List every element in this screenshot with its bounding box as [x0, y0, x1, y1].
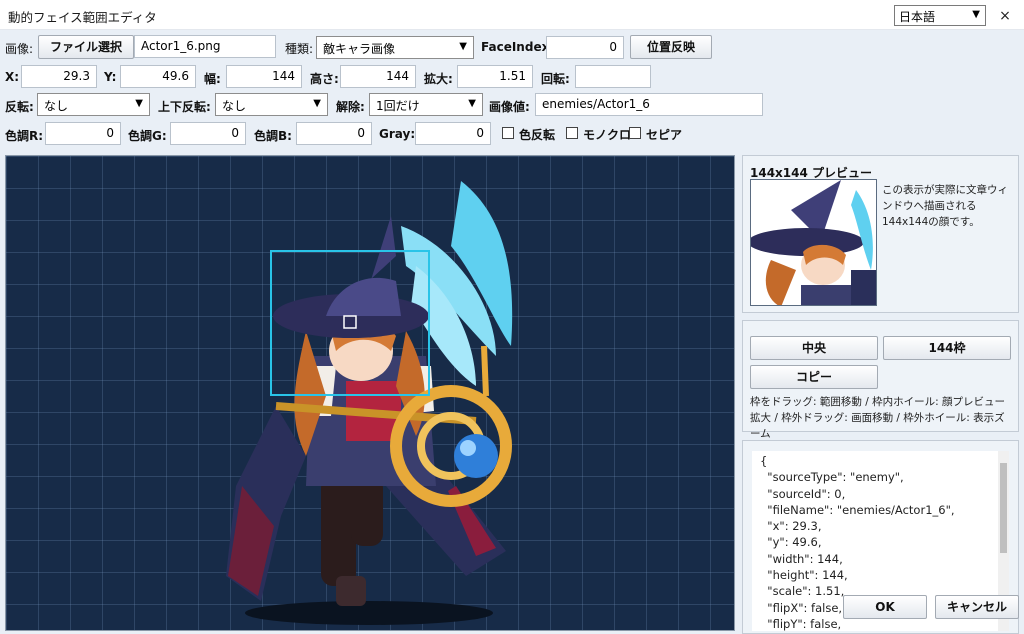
invert-checkbox[interactable] — [502, 127, 514, 139]
scale-label: 拡大: — [424, 72, 453, 86]
cancel-button[interactable]: キャンセル — [935, 595, 1019, 619]
width-label: 幅: — [204, 72, 221, 86]
apply-position-button[interactable]: 位置反映 — [630, 35, 712, 59]
faceindex-field[interactable]: 0 — [546, 36, 624, 59]
character-sprite — [226, 181, 513, 625]
width-field[interactable]: 144 — [226, 65, 302, 88]
height-label: 高さ: — [310, 72, 339, 86]
y-field[interactable]: 49.6 — [120, 65, 196, 88]
title-bar: 動的フェイス範囲エディタ 日本語 ▼ × — [0, 0, 1024, 30]
chevron-down-icon: ▼ — [313, 98, 321, 109]
height-field[interactable]: 144 — [340, 65, 416, 88]
invert-label: 色反転 — [519, 128, 556, 142]
language-select[interactable]: 日本語 ▼ — [894, 5, 986, 26]
mono-label: モノクロ — [583, 128, 632, 142]
tone-r-field[interactable]: 0 — [45, 122, 121, 145]
x-field[interactable]: 29.3 — [21, 65, 97, 88]
usage-hint: 枠をドラッグ: 範囲移動 / 枠内ホイール: 顔プレビュー拡大 / 枠外ドラッグ… — [750, 396, 1005, 440]
gray-label: Gray: — [379, 127, 416, 141]
chevron-down-icon: ▼ — [459, 41, 467, 52]
y-label: Y: — [104, 70, 117, 84]
window-title: 動的フェイス範囲エディタ — [8, 10, 157, 25]
flip-select[interactable]: なし ▼ — [37, 93, 150, 116]
image-value-label: 画像値: — [489, 100, 530, 114]
tone-b-field[interactable]: 0 — [296, 122, 372, 145]
editor-canvas[interactable] — [5, 155, 735, 631]
file-select-button[interactable]: ファイル選択 — [38, 35, 134, 59]
tone-r-label: 色調R: — [5, 129, 44, 143]
faceindex-label: FaceIndex: — [481, 40, 555, 54]
preview-description: この表示が実際に文章ウィンドウへ描画される144x144の顔です。 — [882, 184, 1008, 228]
ok-button[interactable]: OK — [843, 595, 927, 619]
gray-field[interactable]: 0 — [415, 122, 491, 145]
face-preview — [750, 179, 877, 306]
rotation-field[interactable] — [575, 65, 651, 88]
frame-144-button[interactable]: 144枠 — [883, 336, 1011, 360]
sepia-label: セピア — [646, 128, 683, 142]
release-value: 1回だけ — [376, 99, 420, 113]
flip-label: 反転: — [5, 100, 34, 114]
tone-b-label: 色調B: — [254, 129, 292, 143]
type-label: 種類: — [285, 42, 314, 56]
x-label: X: — [5, 70, 20, 84]
type-value: 敵キャラ画像 — [323, 42, 396, 56]
close-icon[interactable]: × — [996, 7, 1014, 25]
language-value: 日本語 — [899, 10, 936, 24]
flip-value: なし — [44, 99, 69, 113]
file-name-field[interactable]: Actor1_6.png — [134, 35, 276, 58]
scrollbar-thumb[interactable] — [1000, 463, 1007, 553]
scale-field[interactable]: 1.51 — [457, 65, 533, 88]
chevron-down-icon: ▼ — [468, 98, 476, 109]
vflip-select[interactable]: なし ▼ — [215, 93, 328, 116]
release-select[interactable]: 1回だけ ▼ — [369, 93, 483, 116]
vflip-label: 上下反転: — [158, 100, 211, 114]
type-select[interactable]: 敵キャラ画像 ▼ — [316, 36, 474, 59]
rotation-label: 回転: — [541, 72, 570, 86]
sepia-checkbox[interactable] — [629, 127, 641, 139]
chevron-down-icon: ▼ — [135, 98, 143, 109]
tone-g-field[interactable]: 0 — [170, 122, 246, 145]
center-button[interactable]: 中央 — [750, 336, 878, 360]
mono-checkbox[interactable] — [566, 127, 578, 139]
vflip-value: なし — [222, 99, 247, 113]
chevron-down-icon: ▼ — [972, 9, 980, 20]
image-value-field[interactable]: enemies/Actor1_6 — [535, 93, 763, 116]
tone-g-label: 色調G: — [128, 129, 167, 143]
image-label: 画像: — [5, 42, 34, 56]
copy-button[interactable]: コピー — [750, 365, 878, 389]
release-label: 解除: — [336, 100, 365, 114]
face-preview-image — [751, 180, 876, 305]
